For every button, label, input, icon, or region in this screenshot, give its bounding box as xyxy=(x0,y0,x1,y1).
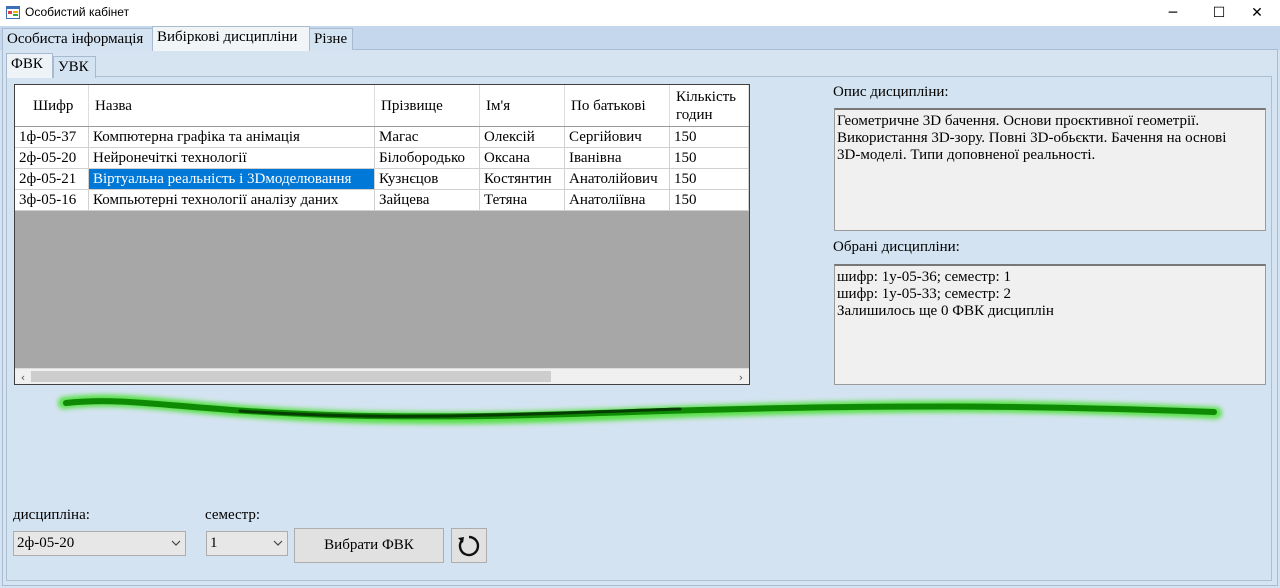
scrollbar-thumb[interactable] xyxy=(31,371,551,382)
column-header-hours[interactable]: Кількість годин xyxy=(670,85,749,126)
column-header-patronymic[interactable]: По батькові xyxy=(565,85,670,126)
cell-first-name: Оксана xyxy=(480,148,565,168)
choose-fvk-button[interactable]: Вибрати ФВК xyxy=(294,528,444,563)
maximize-icon: ☐ xyxy=(1212,5,1226,21)
grid-header: Шифр Назва Прізвище Ім'я По батькові Кіл… xyxy=(15,85,749,127)
chosen-line: Залишилось ще 0 ФВК дисциплін xyxy=(837,303,1054,319)
cell-hours: 150 xyxy=(670,190,749,210)
cell-patronymic: Анатолійович xyxy=(565,169,670,189)
title-bar: Особистий кабінет ─ ☐ ✕ xyxy=(0,0,1280,26)
tab-misc[interactable]: Різне xyxy=(309,28,353,50)
chosen-label: Обрані дисципліни: xyxy=(833,239,960,255)
discipline-combobox[interactable]: 2ф-05-20 xyxy=(13,531,186,556)
column-header-first-name[interactable]: Ім'я xyxy=(480,85,565,126)
cell-first-name: Костянтин xyxy=(480,169,565,189)
window-title: Особистий кабінет xyxy=(25,5,130,19)
cell-surname: Магас xyxy=(375,127,480,147)
minimize-icon: ─ xyxy=(1168,5,1178,21)
cell-name: Нейронечіткі технології xyxy=(89,148,375,168)
decorative-green-stroke xyxy=(58,394,1222,425)
chosen-textbox[interactable]: шифр: 1у-05-36; семестр: 1 шифр: 1у-05-3… xyxy=(834,264,1266,385)
description-label: Опис дисципліни: xyxy=(833,84,949,100)
cell-name: Компьютерні технології аналізу даних xyxy=(89,190,375,210)
table-row[interactable]: 2ф-05-20 Нейронечіткі технології Білобор… xyxy=(15,148,749,169)
cell-surname: Кузнєцов xyxy=(375,169,480,189)
column-header-name[interactable]: Назва xyxy=(89,85,375,126)
scroll-left-icon[interactable]: ‹ xyxy=(15,369,31,384)
description-textbox[interactable]: Геометричне 3D бачення. Основи проєктивн… xyxy=(834,108,1266,231)
refresh-button[interactable] xyxy=(451,528,487,563)
cell-hours: 150 xyxy=(670,127,749,147)
cell-name: Компютерна графіка та анімація xyxy=(89,127,375,147)
cell-patronymic: Анатоліївна xyxy=(565,190,670,210)
disciplines-grid[interactable]: Шифр Назва Прізвище Ім'я По батькові Кіл… xyxy=(14,84,750,385)
semester-label: семестр: xyxy=(205,507,261,523)
cell-name: Віртуальна реальність і 3Dмоделювання xyxy=(89,169,375,189)
chosen-line: шифр: 1у-05-36; семестр: 1 xyxy=(837,269,1011,285)
tab-elective-disciplines[interactable]: Вибіркові дисципліни xyxy=(152,26,310,51)
semester-combobox[interactable]: 1 xyxy=(206,531,288,556)
cell-patronymic: Іванівна xyxy=(565,148,670,168)
description-line: 3D-моделі. Типи доповненої реальності. xyxy=(837,147,1096,163)
tab-uvk[interactable]: УВК xyxy=(53,56,96,78)
column-header-code[interactable]: Шифр xyxy=(15,85,89,126)
scroll-right-icon[interactable]: › xyxy=(733,369,749,384)
cell-surname: Зайцева xyxy=(375,190,480,210)
cell-code: 1ф-05-37 xyxy=(15,127,89,147)
tab-fvk[interactable]: ФВК xyxy=(6,53,53,78)
cell-first-name: Олексій xyxy=(480,127,565,147)
discipline-label: дисципліна: xyxy=(13,507,90,523)
description-line: Геометричне 3D бачення. Основи проєктивн… xyxy=(837,113,1200,129)
description-line: Використання 3D-зору. Повні 3D-обьєкти. … xyxy=(837,130,1227,146)
chevron-down-icon xyxy=(171,540,181,546)
cell-patronymic: Сергійович xyxy=(565,127,670,147)
semester-value: 1 xyxy=(210,535,218,551)
table-row[interactable]: 1ф-05-37 Компютерна графіка та анімація … xyxy=(15,127,749,148)
horizontal-scrollbar[interactable]: ‹ › xyxy=(15,368,749,384)
cell-code: 2ф-05-20 xyxy=(15,148,89,168)
cell-hours: 150 xyxy=(670,169,749,189)
minimize-button[interactable]: ─ xyxy=(1150,0,1196,26)
cell-code: 2ф-05-21 xyxy=(15,169,89,189)
chevron-down-icon xyxy=(273,540,283,546)
column-header-surname[interactable]: Прізвище xyxy=(375,85,480,126)
tab-personal-info[interactable]: Особиста інформація xyxy=(2,28,153,50)
cell-code: 3ф-05-16 xyxy=(15,190,89,210)
table-row[interactable]: 3ф-05-16 Компьютерні технології аналізу … xyxy=(15,190,749,211)
table-row-selected[interactable]: 2ф-05-21 Віртуальна реальність і 3Dмодел… xyxy=(15,169,749,190)
chosen-line: шифр: 1у-05-33; семестр: 2 xyxy=(837,286,1011,302)
close-button[interactable]: ✕ xyxy=(1234,0,1280,26)
close-icon: ✕ xyxy=(1251,5,1263,21)
cell-surname: Білобородько xyxy=(375,148,480,168)
discipline-value: 2ф-05-20 xyxy=(17,535,75,551)
cell-first-name: Тетяна xyxy=(480,190,565,210)
cell-hours: 150 xyxy=(670,148,749,168)
app-icon xyxy=(6,6,20,19)
refresh-icon xyxy=(458,535,480,556)
